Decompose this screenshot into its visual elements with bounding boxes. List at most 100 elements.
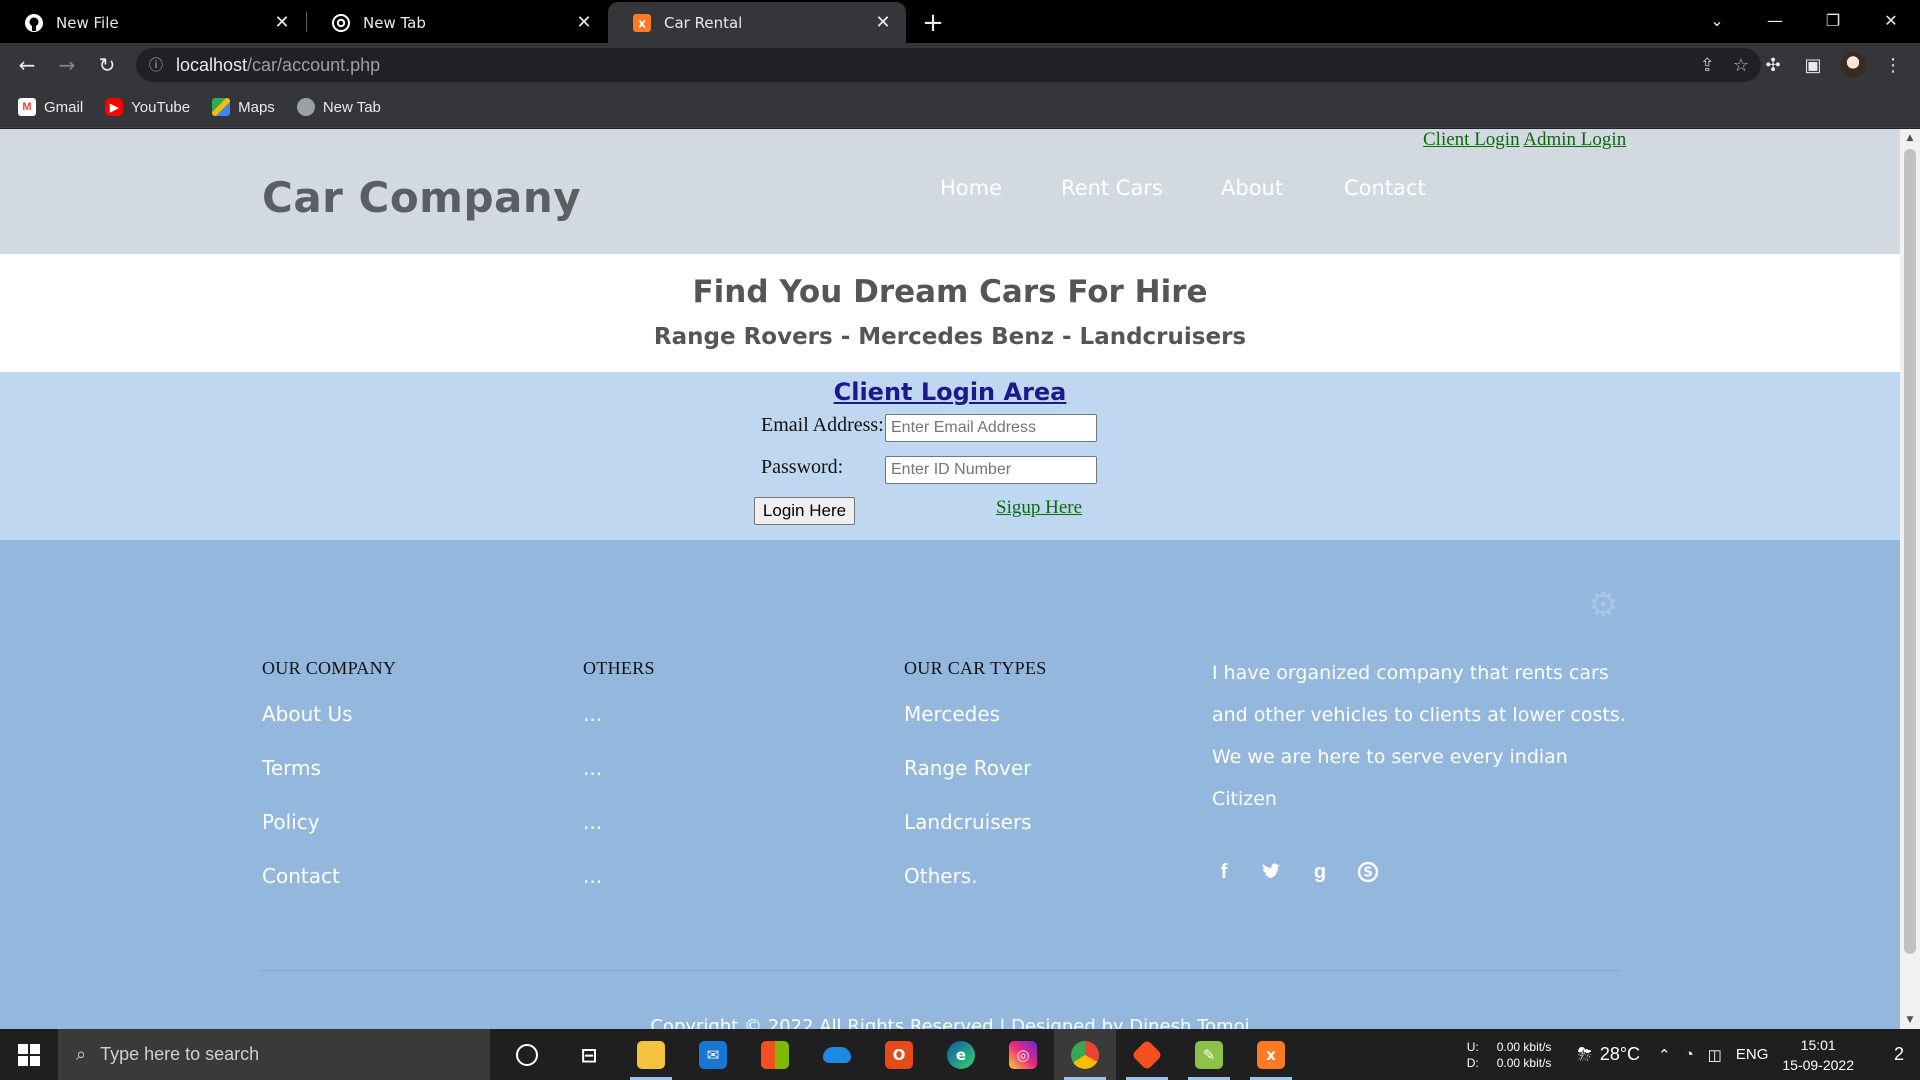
url-host: localhost: [176, 54, 248, 75]
edge-icon[interactable]: e: [930, 1029, 992, 1080]
reload-icon[interactable]: ↻: [93, 51, 121, 79]
tab-new-file[interactable]: New File ✕: [0, 2, 305, 43]
avatar: [1840, 52, 1866, 78]
extensions-icon[interactable]: ✣: [1759, 51, 1787, 79]
footer-link-other[interactable]: ...: [583, 810, 602, 834]
signup-link[interactable]: Sigup Here: [996, 497, 1082, 519]
language-indicator[interactable]: ENG: [1736, 1046, 1769, 1063]
email-label: Email Address:: [761, 414, 884, 436]
url-text: localhost/car/account.php: [176, 55, 380, 76]
instagram-icon[interactable]: ◎: [992, 1029, 1054, 1080]
footer-link-other[interactable]: ...: [583, 756, 602, 780]
git-icon[interactable]: [1116, 1029, 1178, 1080]
bookmark-star-icon[interactable]: ☆: [1733, 55, 1749, 76]
footer-divider: [259, 970, 1621, 971]
chevron-up-icon[interactable]: ⌃: [1658, 1046, 1671, 1064]
scroll-up-icon[interactable]: ▲: [1900, 129, 1920, 147]
file-explorer-icon[interactable]: [620, 1029, 682, 1080]
notification-center-icon[interactable]: 2: [1878, 1044, 1920, 1065]
onedrive-icon[interactable]: [806, 1029, 868, 1080]
email-field[interactable]: [885, 414, 1097, 442]
close-window-icon[interactable]: ✕: [1862, 0, 1920, 40]
google-icon[interactable]: g: [1308, 860, 1332, 884]
footer-link-mercedes[interactable]: Mercedes: [904, 702, 1000, 726]
site-logo[interactable]: Car Company: [262, 173, 581, 222]
facebook-icon[interactable]: f: [1212, 860, 1236, 884]
minimize-icon[interactable]: —: [1746, 0, 1804, 40]
footer-link-about-us[interactable]: About Us: [262, 702, 353, 726]
bookmark-gmail[interactable]: M Gmail: [18, 98, 83, 116]
tab-title: Car Rental: [664, 13, 743, 32]
xampp-icon: x: [632, 13, 652, 33]
side-panel-icon[interactable]: ▣: [1799, 51, 1827, 79]
login-button[interactable]: Login Here: [754, 497, 855, 525]
office-icon[interactable]: O: [868, 1029, 930, 1080]
task-view-icon[interactable]: ⊟: [558, 1029, 620, 1080]
share-icon[interactable]: ⇪: [1700, 55, 1715, 76]
tab-search-icon[interactable]: ⌄: [1688, 0, 1746, 40]
new-tab-icon[interactable]: +: [918, 8, 948, 38]
footer-link-range-rover[interactable]: Range Rover: [904, 756, 1031, 780]
notification-count: 2: [1893, 1044, 1904, 1064]
upload-speed: 0.00 kbit/s: [1496, 1039, 1552, 1054]
profile-avatar[interactable]: [1839, 51, 1867, 79]
nav-about[interactable]: About: [1221, 176, 1283, 200]
client-login-link[interactable]: Client Login: [1423, 129, 1520, 150]
footer-link-others[interactable]: Others.: [904, 864, 978, 888]
menu-icon[interactable]: ⋮: [1879, 51, 1907, 79]
footer-heading-car-types: OUR CAR TYPES: [904, 658, 1047, 678]
nav-home[interactable]: Home: [940, 176, 1002, 200]
download-label: D:: [1466, 1055, 1479, 1070]
forward-icon[interactable]: →: [53, 51, 81, 79]
nav-rent-cars[interactable]: Rent Cars: [1061, 176, 1163, 200]
address-bar[interactable]: ⓘ localhost/car/account.php ⇪ ☆: [136, 48, 1761, 82]
download-speed: 0.00 kbit/s: [1496, 1055, 1552, 1070]
skype-icon[interactable]: S: [1356, 860, 1380, 884]
xampp-taskbar-icon[interactable]: x: [1240, 1029, 1302, 1080]
notepad-plus-icon[interactable]: ✎: [1178, 1029, 1240, 1080]
svg-text:x: x: [638, 16, 646, 30]
page-scrollbar[interactable]: ▲ ▼: [1900, 129, 1920, 1029]
site-info-icon[interactable]: ⓘ: [136, 55, 176, 75]
close-icon[interactable]: ✕: [271, 12, 293, 34]
clock[interactable]: 15:01 15-09-2022: [1782, 1035, 1854, 1075]
taskbar-search[interactable]: ⌕ Type here to search: [58, 1029, 490, 1080]
footer-link-policy[interactable]: Policy: [262, 810, 320, 834]
wifi-icon[interactable]: ◔: [1685, 1046, 1694, 1063]
gear-icon: ⚙: [1588, 586, 1619, 624]
network-speed: U: D: 0.00 kbit/s 0.00 kbit/s: [1467, 1039, 1552, 1071]
scrollbar-thumb[interactable]: [1904, 149, 1916, 954]
start-button[interactable]: [0, 1029, 58, 1080]
password-field[interactable]: [885, 456, 1097, 484]
bookmark-maps[interactable]: Maps: [212, 98, 275, 116]
cortana-icon[interactable]: [496, 1029, 558, 1080]
footer-link-contact[interactable]: Contact: [262, 864, 340, 888]
scroll-down-icon[interactable]: ▼: [1900, 1011, 1920, 1029]
search-placeholder: Type here to search: [100, 1044, 260, 1064]
footer-link-terms[interactable]: Terms: [262, 756, 321, 780]
restore-icon[interactable]: ❐: [1804, 0, 1862, 40]
close-icon[interactable]: ✕: [573, 12, 595, 34]
bookmark-youtube[interactable]: ▶ YouTube: [105, 98, 190, 116]
chrome-taskbar-icon[interactable]: [1054, 1029, 1116, 1080]
copyright-text: Copyright © 2022 All Rights Reserved | D…: [650, 1016, 1250, 1029]
microsoft-store-icon[interactable]: [744, 1029, 806, 1080]
tab-new-tab[interactable]: New Tab ✕: [307, 2, 607, 43]
admin-login-link[interactable]: Admin Login: [1523, 129, 1626, 150]
footer-link-landcruisers[interactable]: Landcruisers: [904, 810, 1032, 834]
mail-icon[interactable]: ✉: [682, 1029, 744, 1080]
footer-link-other[interactable]: ...: [583, 702, 602, 726]
browser-tab-bar: New File ✕ New Tab ✕ x Car Rental ✕ + ⌄ …: [0, 0, 1920, 43]
back-icon[interactable]: ←: [13, 51, 41, 79]
tab-car-rental[interactable]: x Car Rental ✕: [608, 2, 906, 43]
upload-label: U:: [1466, 1039, 1479, 1054]
close-icon[interactable]: ✕: [872, 12, 894, 34]
footer-link-other[interactable]: ...: [583, 864, 602, 888]
bookmark-new-tab[interactable]: New Tab: [296, 98, 381, 116]
bookmark-label: New Tab: [322, 98, 381, 116]
twitter-icon[interactable]: [1260, 860, 1284, 884]
speaker-icon[interactable]: ◫: [1708, 1046, 1722, 1064]
login-title[interactable]: Client Login Area: [0, 378, 1900, 406]
nav-contact[interactable]: Contact: [1344, 176, 1426, 200]
weather-widget[interactable]: ⛈ 28°C: [1577, 1044, 1640, 1065]
